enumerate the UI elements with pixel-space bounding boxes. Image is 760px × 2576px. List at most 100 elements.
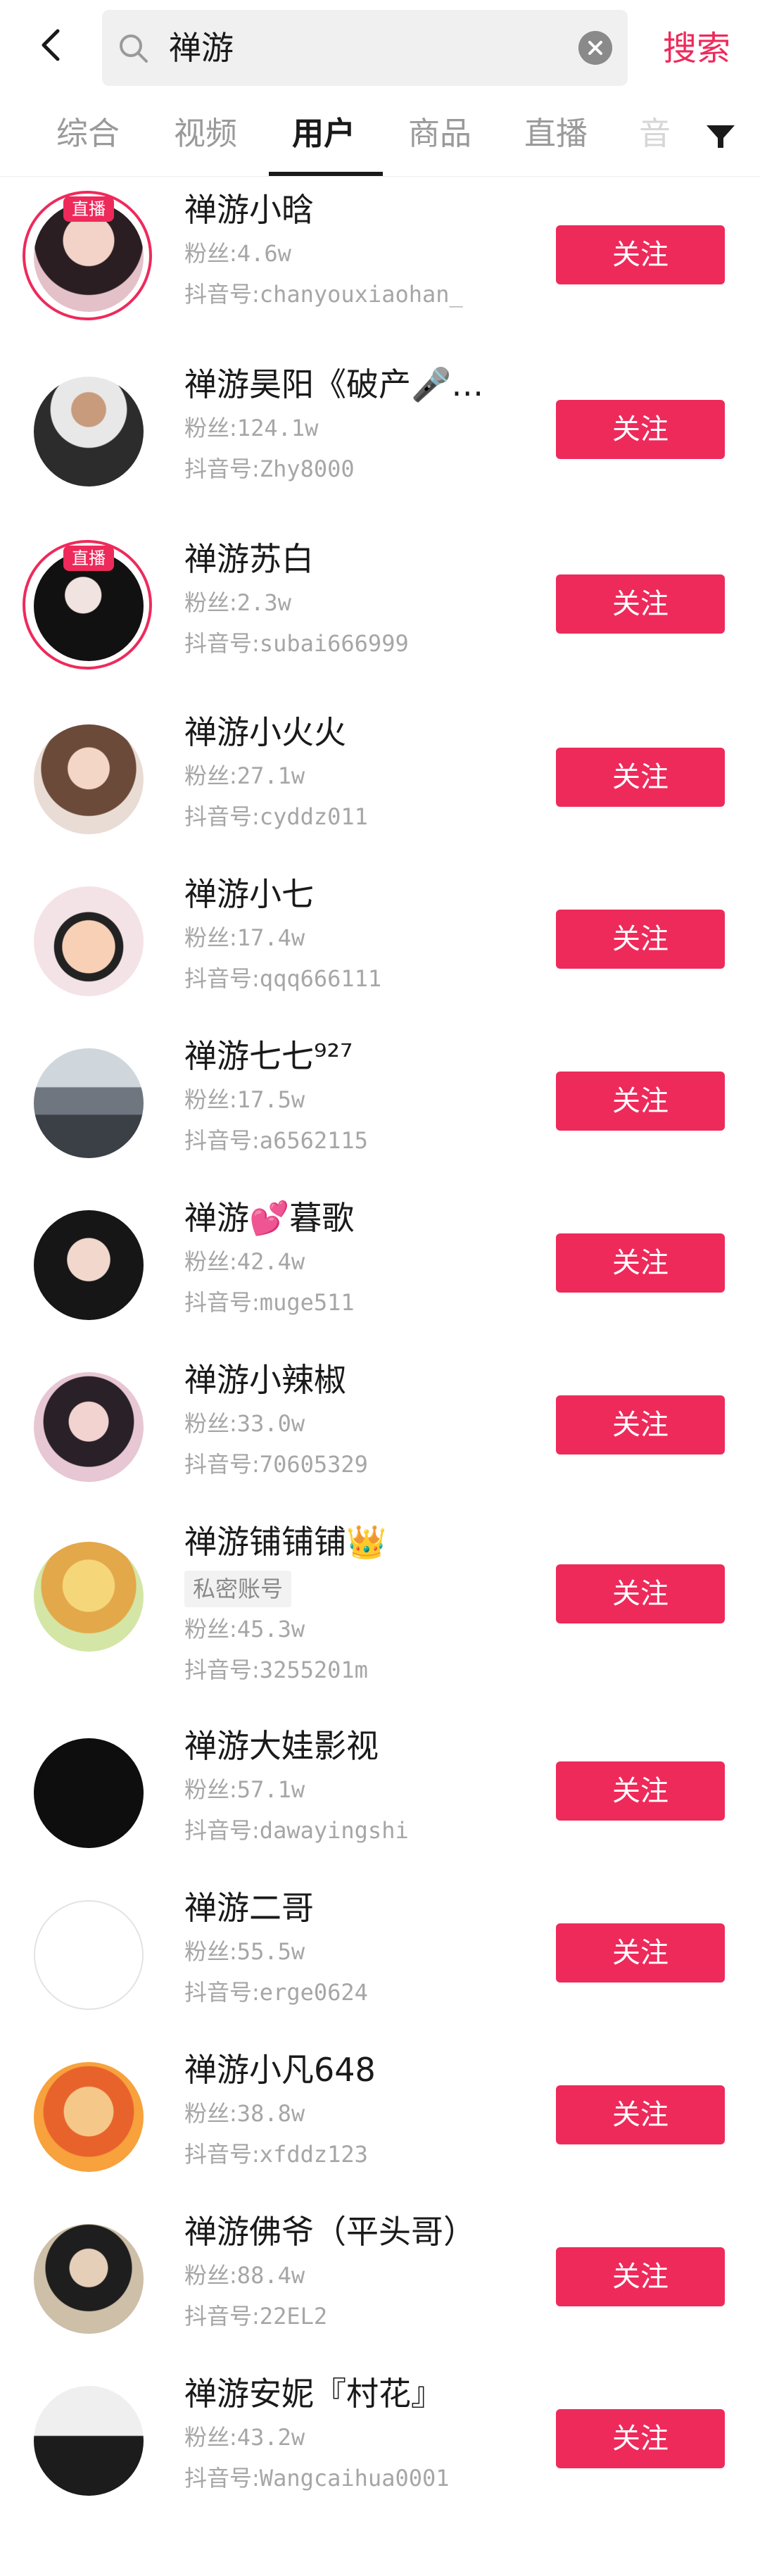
avatar[interactable] <box>34 1900 144 2010</box>
avatar-container[interactable] <box>27 2379 151 2503</box>
fans-label: 粉丝: <box>184 1410 237 1437</box>
avatar[interactable] <box>34 724 144 834</box>
fans-count: 粉丝:2.3w <box>184 582 515 623</box>
fans-label: 粉丝: <box>184 2424 237 2451</box>
avatar[interactable] <box>34 1542 144 1652</box>
avatar[interactable] <box>34 2386 144 2496</box>
user-name[interactable]: 禅游小七 <box>184 871 515 917</box>
follow-button[interactable]: 关注 <box>556 400 725 459</box>
search-submit-button[interactable]: 搜索 <box>663 0 730 97</box>
follow-button[interactable]: 关注 <box>556 225 725 284</box>
avatar[interactable] <box>34 886 144 996</box>
avatar-container[interactable]: 直播 <box>23 540 152 670</box>
avatar[interactable] <box>34 1738 144 1848</box>
user-row[interactable]: 禅游佛爷（平头哥） 粉丝:88.4w 抖音号:22EL2 关注 <box>0 2198 760 2360</box>
user-row[interactable]: 禅游大娃影视 粉丝:57.1w 抖音号:dawayingshi 关注 <box>0 1712 760 1874</box>
user-row[interactable]: 禅游小辣椒 粉丝:33.0w 抖音号:70605329 关注 <box>0 1346 760 1508</box>
fans-value: 17.5w <box>236 1086 305 1113</box>
user-name[interactable]: 禅游💕暮歌 <box>184 1195 515 1241</box>
tab-comprehensive[interactable]: 综合 <box>56 97 120 170</box>
tab-videos[interactable]: 视频 <box>174 97 237 170</box>
avatar[interactable] <box>34 1372 144 1482</box>
fans-value: 45.3w <box>236 1616 305 1642</box>
tab-live[interactable]: 直播 <box>524 97 588 170</box>
douyin-id-value: subai666999 <box>259 630 409 657</box>
avatar-container[interactable] <box>27 1893 151 2017</box>
avatar[interactable] <box>34 1048 144 1158</box>
follow-button[interactable]: 关注 <box>556 2085 725 2144</box>
live-badge: 直播 <box>63 546 114 571</box>
avatar-container[interactable] <box>27 1041 151 1165</box>
avatar-container[interactable] <box>27 2055 151 2179</box>
user-name[interactable]: 禅游大娃影视 <box>184 1723 515 1769</box>
avatar-container[interactable] <box>27 2217 151 2341</box>
avatar[interactable] <box>34 377 144 486</box>
user-name[interactable]: 禅游安妮『村花』 <box>184 2370 515 2417</box>
user-row[interactable]: 禅游铺铺铺👑 私密账号 粉丝:45.3w 抖音号:3255201m 关注 <box>0 1508 760 1712</box>
user-name[interactable]: 禅游苏白 <box>184 536 515 582</box>
follow-button[interactable]: 关注 <box>556 1564 725 1623</box>
user-name[interactable]: 禅游七七⁹²⁷ <box>184 1033 515 1079</box>
fans-label: 粉丝: <box>184 2100 237 2127</box>
fans-label: 粉丝: <box>184 589 237 616</box>
user-name[interactable]: 禅游昊阳《破产🎤歌… <box>184 361 515 408</box>
user-row[interactable]: 禅游小凡648 粉丝:38.8w 抖音号:xfddz123 关注 <box>0 2036 760 2198</box>
follow-button[interactable]: 关注 <box>556 2247 725 2306</box>
tab-music[interactable]: 音 <box>639 97 671 170</box>
search-input[interactable]: 禅游 <box>102 10 628 86</box>
back-arrow-icon[interactable] <box>31 24 73 66</box>
douyin-id-label: 抖音号: <box>184 965 260 992</box>
user-name[interactable]: 禅游小晗 <box>184 187 515 233</box>
follow-button[interactable]: 关注 <box>556 574 725 634</box>
follow-button[interactable]: 关注 <box>556 1395 725 1455</box>
douyin-id: 抖音号:a6562115 <box>184 1120 515 1161</box>
avatar-container[interactable] <box>27 1731 151 1855</box>
avatar-container[interactable] <box>27 370 151 494</box>
follow-button[interactable]: 关注 <box>556 1761 725 1821</box>
user-name[interactable]: 禅游佛爷（平头哥） <box>184 2209 515 2255</box>
user-name[interactable]: 禅游小凡648 <box>184 2047 515 2093</box>
avatar-container[interactable] <box>27 717 151 841</box>
follow-button[interactable]: 关注 <box>556 2409 725 2468</box>
avatar-container[interactable] <box>27 1203 151 1327</box>
user-row[interactable]: 禅游二哥 粉丝:55.5w 抖音号:erge0624 关注 <box>0 1874 760 2036</box>
avatar[interactable] <box>34 1210 144 1320</box>
avatar[interactable] <box>34 2224 144 2334</box>
follow-button[interactable]: 关注 <box>556 1923 725 1983</box>
user-name[interactable]: 禅游铺铺铺👑 <box>184 1519 515 1565</box>
user-row[interactable]: 禅游💕暮歌 粉丝:42.4w 抖音号:muge511 关注 <box>0 1184 760 1346</box>
search-header: 禅游 搜索 <box>0 0 760 97</box>
avatar-container[interactable] <box>27 1365 151 1489</box>
fans-value: 88.4w <box>236 2262 305 2289</box>
user-row[interactable]: 禅游小七 粉丝:17.4w 抖音号:qqq666111 关注 <box>0 860 760 1022</box>
follow-button[interactable]: 关注 <box>556 1072 725 1131</box>
douyin-id-label: 抖音号: <box>184 803 260 830</box>
avatar-container[interactable] <box>27 1535 151 1659</box>
avatar-container[interactable] <box>27 879 151 1003</box>
tab-users[interactable]: 用户 <box>292 97 355 170</box>
user-row[interactable]: 直播 禅游小晗 粉丝:4.6w 抖音号:chanyouxiaohan_ 关注 <box>0 176 760 338</box>
follow-button[interactable]: 关注 <box>556 748 725 807</box>
avatar-container[interactable]: 直播 <box>23 191 152 320</box>
live-badge: 直播 <box>63 196 114 222</box>
user-name[interactable]: 禅游二哥 <box>184 1885 515 1931</box>
clear-icon[interactable] <box>578 31 612 65</box>
user-row[interactable]: 禅游安妮『村花』 粉丝:43.2w 抖音号:Wangcaihua0001 关注 <box>0 2360 760 2522</box>
tab-products[interactable]: 商品 <box>408 97 471 170</box>
user-name[interactable]: 禅游小火火 <box>184 709 515 755</box>
filter-icon[interactable] <box>702 118 739 155</box>
user-row[interactable]: 禅游七七⁹²⁷ 粉丝:17.5w 抖音号:a6562115 关注 <box>0 1022 760 1184</box>
fans-count: 粉丝:17.4w <box>184 917 515 958</box>
user-row[interactable]: 直播 禅游苏白 粉丝:2.3w 抖音号:subai666999 关注 <box>0 525 760 687</box>
douyin-id: 抖音号:subai666999 <box>184 623 515 664</box>
avatar[interactable] <box>34 2062 144 2172</box>
search-query[interactable]: 禅游 <box>169 10 234 86</box>
user-row[interactable]: 禅游小火火 粉丝:27.1w 抖音号:cyddz011 关注 <box>0 698 760 860</box>
douyin-id-value: xfddz123 <box>259 2141 368 2168</box>
fans-label: 粉丝: <box>184 1086 237 1113</box>
follow-button[interactable]: 关注 <box>556 910 725 969</box>
user-row[interactable]: 禅游昊阳《破产🎤歌… 粉丝:124.1w 抖音号:Zhy8000 关注 <box>0 351 760 513</box>
follow-button[interactable]: 关注 <box>556 1233 725 1293</box>
user-name[interactable]: 禅游小辣椒 <box>184 1357 515 1403</box>
douyin-id: 抖音号:3255201m <box>184 1650 515 1690</box>
